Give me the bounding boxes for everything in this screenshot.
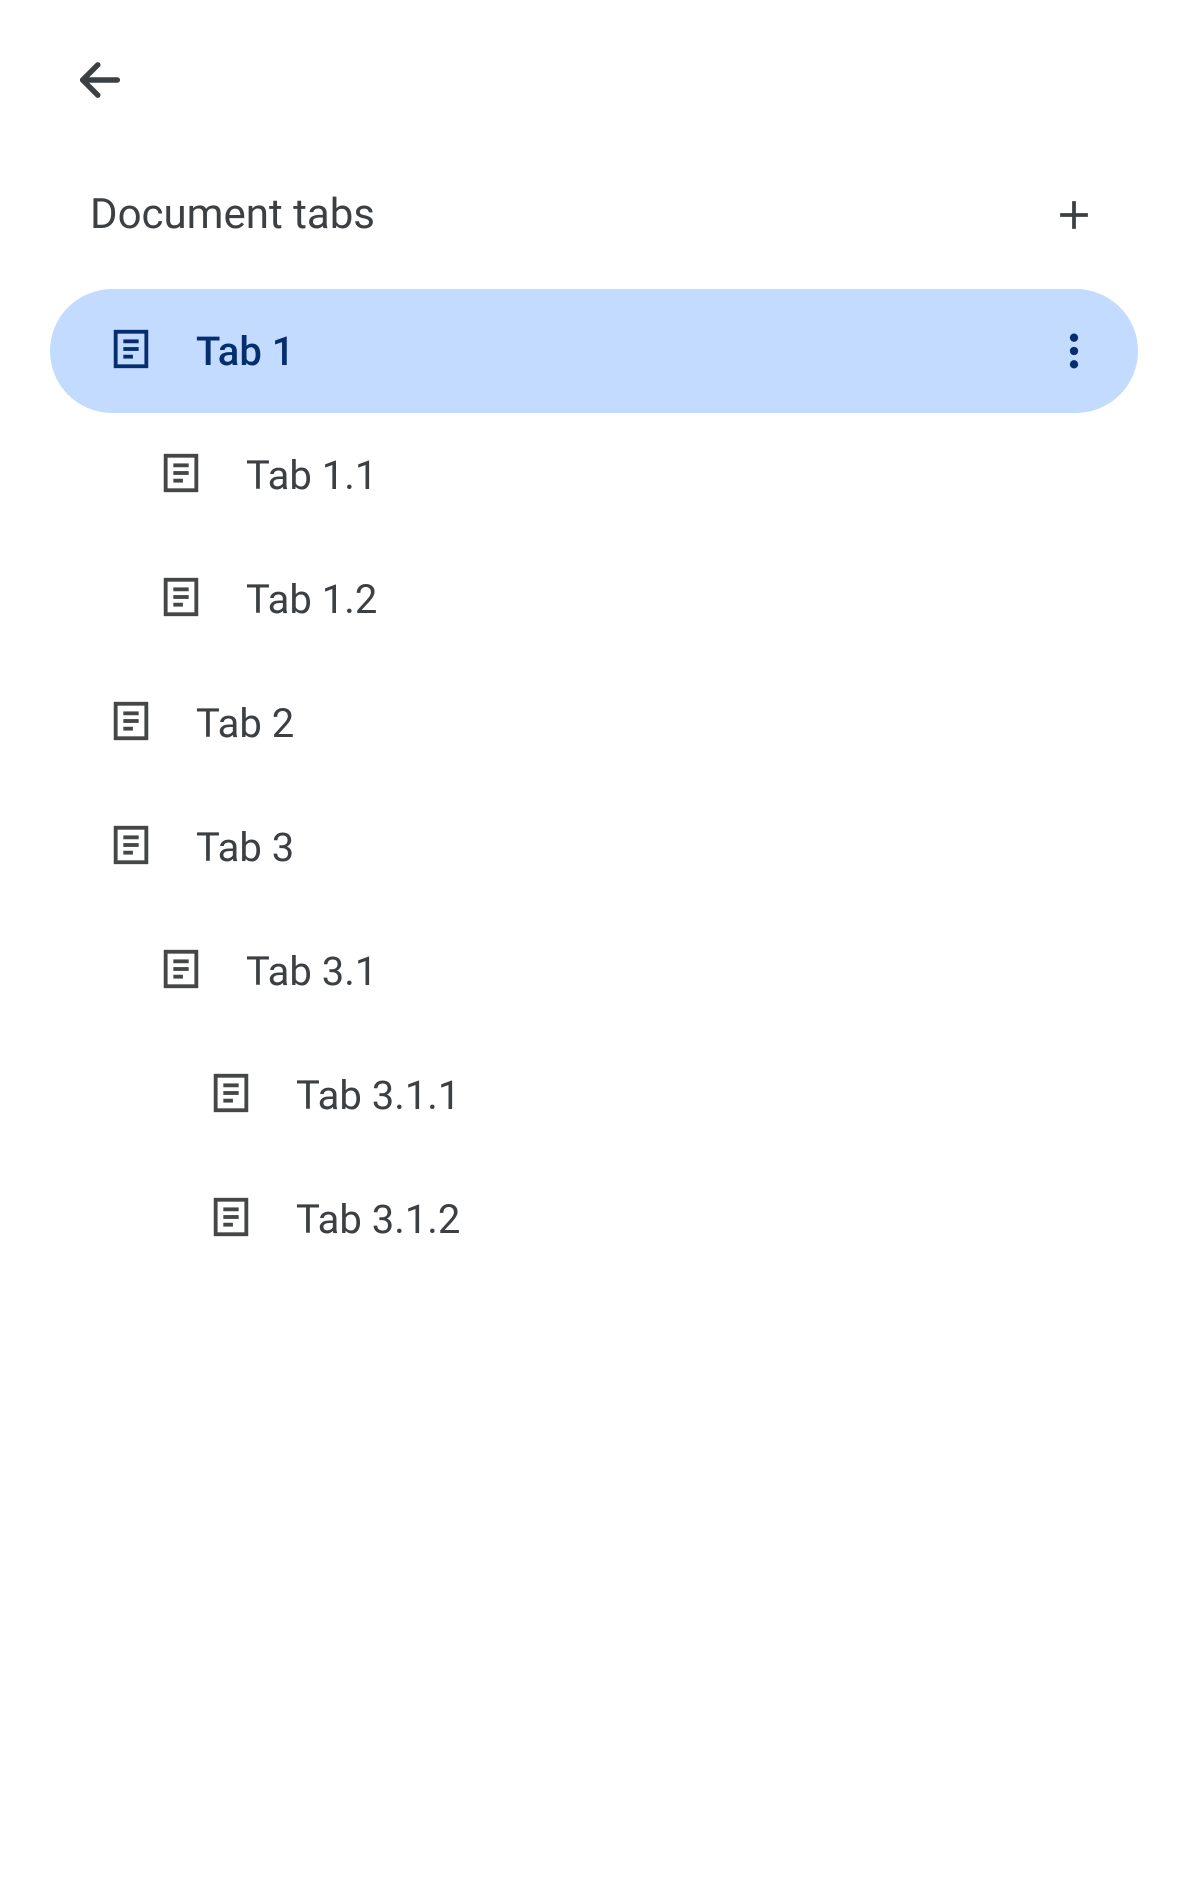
tab-item[interactable]: Tab 3.1.2 bbox=[50, 1157, 1138, 1281]
tab-item[interactable]: Tab 1.2 bbox=[50, 537, 1138, 661]
arrow-left-icon bbox=[74, 54, 126, 106]
tab-label: Tab 3.1.1 bbox=[296, 1072, 1138, 1119]
document-icon bbox=[158, 574, 204, 624]
tab-label: Tab 3.1 bbox=[246, 948, 1138, 995]
document-icon bbox=[108, 698, 154, 748]
tab-label: Tab 2 bbox=[196, 700, 1138, 747]
back-button[interactable] bbox=[70, 50, 130, 110]
add-tab-button[interactable] bbox=[1050, 191, 1098, 239]
document-icon bbox=[108, 822, 154, 872]
document-icon bbox=[158, 450, 204, 500]
tab-item[interactable]: Tab 1 bbox=[50, 289, 1138, 413]
tab-item[interactable]: Tab 2 bbox=[50, 661, 1138, 785]
document-icon bbox=[158, 946, 204, 996]
tab-item[interactable]: Tab 3.1.1 bbox=[50, 1033, 1138, 1157]
panel-title: Document tabs bbox=[90, 190, 375, 239]
tab-label: Tab 1.2 bbox=[246, 576, 1138, 623]
panel-header: Document tabs bbox=[50, 190, 1138, 239]
tab-label: Tab 3 bbox=[196, 824, 1138, 871]
tab-label: Tab 3.1.2 bbox=[296, 1196, 1138, 1243]
more-vertical-icon bbox=[1069, 331, 1079, 371]
document-icon bbox=[208, 1194, 254, 1244]
tab-label: Tab 1 bbox=[196, 328, 1050, 375]
tab-item[interactable]: Tab 3.1 bbox=[50, 909, 1138, 1033]
tab-item[interactable]: Tab 1.1 bbox=[50, 413, 1138, 537]
document-icon bbox=[208, 1070, 254, 1120]
plus-icon bbox=[1056, 197, 1092, 233]
document-icon bbox=[108, 326, 154, 376]
tab-label: Tab 1.1 bbox=[246, 452, 1138, 499]
tab-item[interactable]: Tab 3 bbox=[50, 785, 1138, 909]
tab-list: Tab 1 Tab 1.1 Tab 1.2 Tab 2 Tab 3 Tab 3.… bbox=[50, 289, 1138, 1281]
tab-more-button[interactable] bbox=[1050, 327, 1098, 375]
